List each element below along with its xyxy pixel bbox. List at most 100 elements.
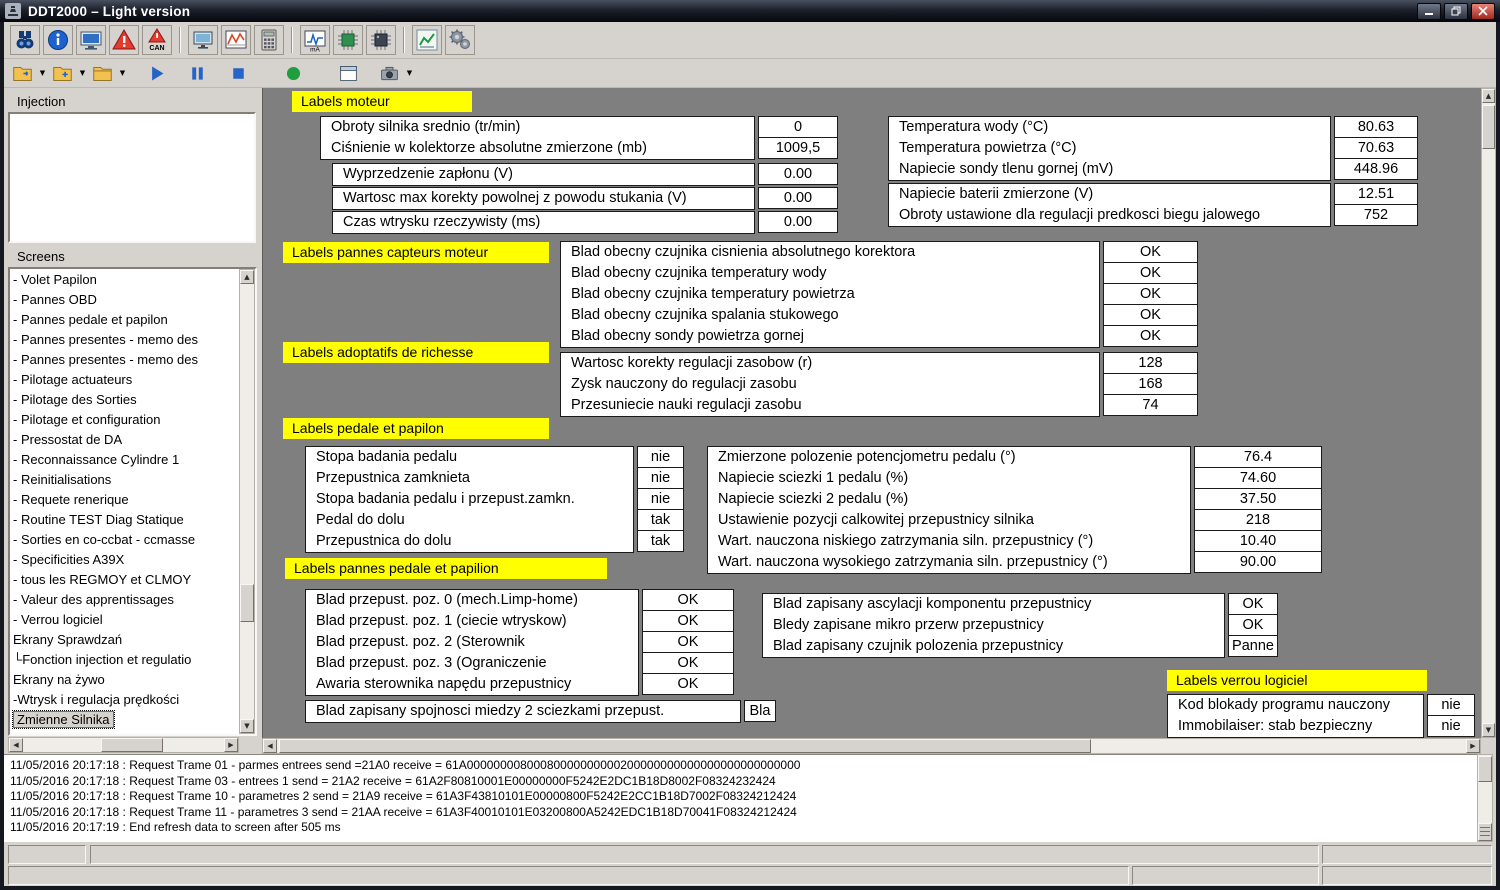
screens-list-item-label: Reinitialisations: [21, 472, 111, 487]
screens-list-item[interactable]: - Reinitialisations: [10, 470, 238, 490]
scrollbar-thumb[interactable]: [240, 584, 254, 622]
panel-label-box: Zmierzone polozenie potencjometru pedalu…: [707, 446, 1191, 574]
can-warning-icon[interactable]: CAN: [142, 25, 172, 55]
pause-button[interactable]: [185, 61, 210, 86]
screens-list-item[interactable]: - Pilotage et configuration: [10, 410, 238, 430]
folder-add-icon[interactable]: [50, 61, 75, 86]
scroll-up-button[interactable]: ▲: [1482, 89, 1495, 103]
main-vertical-scrollbar[interactable]: ▲ ▼: [1481, 88, 1496, 738]
close-button[interactable]: [1471, 3, 1495, 20]
chip-dark-icon[interactable]: [366, 25, 396, 55]
section-label-pannes-pedale: Labels pannes pedale et papilion: [285, 558, 607, 579]
field-label: Blad obecny czujnika temperatury wody: [561, 263, 1099, 284]
scrollbar-track[interactable]: [23, 738, 224, 752]
screens-list-item[interactable]: - Valeur des apprentissages: [10, 590, 238, 610]
record-button[interactable]: [281, 61, 306, 86]
screens-list-item[interactable]: - Reconnaissance Cylindre 1: [10, 450, 238, 470]
oscilloscope-icon[interactable]: [221, 25, 251, 55]
scroll-left-button[interactable]: ◀: [9, 738, 23, 752]
screens-list-item[interactable]: Zmienne Silnika: [10, 710, 238, 730]
scrollbar-track[interactable]: [277, 739, 1466, 753]
measurement-icon[interactable]: mA: [300, 25, 330, 55]
screens-list-item[interactable]: - Specificities A39X: [10, 550, 238, 570]
main-horizontal-scrollbar[interactable]: ◀ ▶: [262, 738, 1481, 754]
sidebar-horizontal-scrollbar[interactable]: ◀ ▶: [8, 737, 239, 753]
title-bar[interactable]: DDT2000 – Light version: [0, 0, 1500, 22]
folder-dropdown-icon[interactable]: ▼: [117, 61, 128, 85]
log-vertical-scrollbar[interactable]: [1477, 754, 1493, 842]
scroll-down-button[interactable]: ▼: [240, 719, 254, 733]
screens-list-item[interactable]: - Pannes OBD: [10, 290, 238, 310]
screens-list-item[interactable]: - Verrou logiciel: [10, 610, 238, 630]
panel-moteur-ignition: Wyprzedzenie zapłonu (V)0.00: [332, 163, 838, 186]
minimize-button[interactable]: [1417, 3, 1441, 20]
panel-moteur-injection-time: Czas wtrysku rzeczywisty (ms)0.00: [332, 211, 838, 234]
screens-list-item[interactable]: - Requete renerique: [10, 490, 238, 510]
panel-label-box: Wyprzedzenie zapłonu (V): [332, 163, 755, 186]
folder-export-dropdown-icon[interactable]: ▼: [37, 61, 48, 85]
panel-adaptatifs: Wartosc korekty regulacji zasobow (r)Zys…: [560, 352, 1198, 417]
folder-export-icon[interactable]: [10, 61, 35, 86]
screens-list-item[interactable]: - Pannes presentes - memo des: [10, 350, 238, 370]
scroll-left-button[interactable]: ◀: [263, 739, 277, 753]
field-label: Temperatura powietrza (°C): [889, 138, 1330, 159]
screens-list-item[interactable]: - Pressostat de DA: [10, 430, 238, 450]
play-button[interactable]: [144, 61, 169, 86]
app-icon[interactable]: [5, 3, 21, 19]
field-value: 37.50: [1194, 488, 1322, 510]
find-icon[interactable]: [10, 25, 40, 55]
gears-icon[interactable]: [445, 25, 475, 55]
info-icon[interactable]: [43, 25, 73, 55]
camera-icon[interactable]: [377, 61, 402, 86]
scroll-right-button[interactable]: ▶: [224, 738, 238, 752]
folder-icon[interactable]: [90, 61, 115, 86]
status-panel: [1322, 845, 1492, 864]
screens-list-item[interactable]: - Pannes presentes - memo des: [10, 330, 238, 350]
screens-list-item[interactable]: - Volet Papilon: [10, 270, 238, 290]
section-label-pannes-capteurs: Labels pannes capteurs moteur: [283, 242, 549, 263]
toolbar-separator: [403, 27, 405, 53]
calculator-icon[interactable]: [254, 25, 284, 55]
camera-dropdown-icon[interactable]: ▼: [404, 61, 415, 85]
log-options-button[interactable]: [1478, 823, 1492, 841]
panel-value-column: nienienietaktak: [637, 446, 684, 552]
screens-list-item[interactable]: - Pilotage actuateurs: [10, 370, 238, 390]
screens-list-item[interactable]: - Pannes pedale et papilon: [10, 310, 238, 330]
screen-broadcast-icon[interactable]: [76, 25, 106, 55]
screens-list-item[interactable]: - Sorties en co-ccbat - ccmasse: [10, 530, 238, 550]
screens-list-item-label: Pannes OBD: [21, 292, 97, 307]
screens-list-item[interactable]: └Fonction injection et regulatio: [10, 650, 238, 670]
screens-list-item-label: Specificities A39X: [21, 552, 124, 567]
screens-list-item[interactable]: Ekrany na żywo: [10, 670, 238, 690]
app-window: DDT2000 – Light version CAN mA ▼ ▼ ▼: [0, 0, 1500, 890]
scroll-up-button[interactable]: ▲: [240, 270, 254, 284]
chip-green-icon[interactable]: [333, 25, 363, 55]
screens-list-item[interactable]: Ekrany Sprawdzań: [10, 630, 238, 650]
screens-list-item[interactable]: - Pilotage des Sorties: [10, 390, 238, 410]
scrollbar-thumb[interactable]: [1478, 756, 1492, 782]
screens-list-item[interactable]: - tous les REGMOY et CLMOY: [10, 570, 238, 590]
scroll-down-button[interactable]: ▼: [1482, 723, 1495, 737]
panel-label-box: Blad obecny czujnika cisnienia absolutne…: [560, 241, 1100, 348]
screens-list-item[interactable]: - Routine TEST Diag Statique: [10, 510, 238, 530]
scrollbar-track[interactable]: [1478, 755, 1492, 823]
scrollbar-track[interactable]: [1482, 103, 1495, 723]
screens-list-vertical-scrollbar[interactable]: ▲ ▼: [239, 269, 255, 734]
scrollbar-thumb[interactable]: [279, 739, 1091, 753]
fault-warning-icon[interactable]: [109, 25, 139, 55]
restore-button[interactable]: [1444, 3, 1468, 20]
scroll-right-button[interactable]: ▶: [1466, 739, 1480, 753]
scrollbar-track[interactable]: [240, 284, 254, 719]
chart-icon[interactable]: [412, 25, 442, 55]
field-label: Wartosc korekty regulacji zasobow (r): [561, 353, 1099, 374]
field-value: nie: [637, 488, 684, 510]
scrollbar-thumb[interactable]: [1482, 105, 1495, 149]
folder-add-dropdown-icon[interactable]: ▼: [77, 61, 88, 85]
screens-list-item[interactable]: -Wtrysk i regulacja prędkości: [10, 690, 238, 710]
panel-papillon-faults: Blad przepust. poz. 0 (mech.Limp-home)Bl…: [305, 589, 734, 696]
stop-button[interactable]: [226, 61, 251, 86]
monitor-icon[interactable]: [188, 25, 218, 55]
scrollbar-thumb[interactable]: [101, 738, 163, 752]
form-icon[interactable]: [336, 61, 361, 86]
panel-moteur-knock: Wartosc max korekty powolnej z powodu st…: [332, 187, 838, 210]
